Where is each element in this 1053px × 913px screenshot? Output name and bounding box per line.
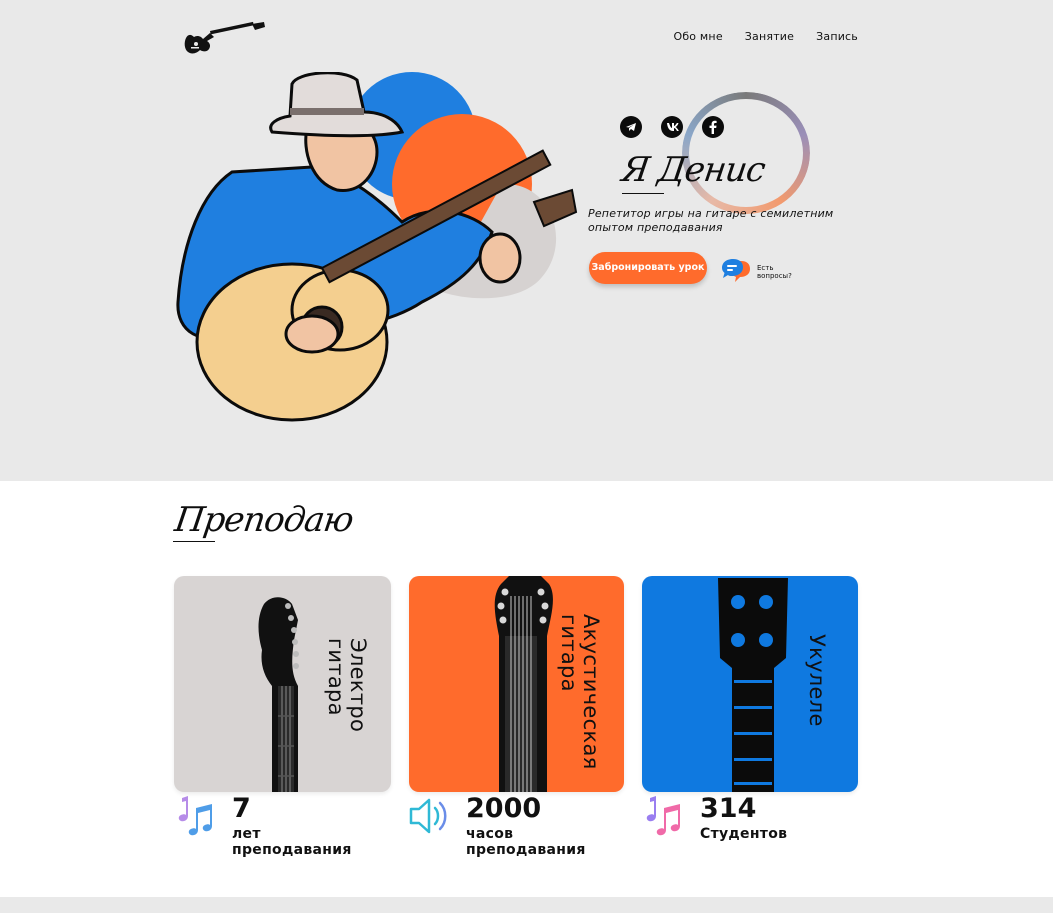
section-title-underline — [173, 541, 215, 542]
guitar-logo-icon[interactable] — [180, 20, 266, 58]
main-nav: Обо мне Занятие Запись — [673, 30, 858, 43]
nav-item-about[interactable]: Обо мне — [673, 30, 722, 43]
stat-label: лет преподавания — [232, 826, 352, 858]
stat-value: 2000 — [466, 793, 542, 824]
card-label: Укулеле — [805, 634, 829, 727]
nav-item-booking[interactable]: Запись — [816, 30, 858, 43]
hero-title: Я Денис — [619, 150, 768, 190]
social-links — [620, 116, 724, 138]
stat-label: часов преподавания — [466, 826, 586, 858]
card-label: Электро гитара — [324, 638, 370, 733]
questions-label: Есть вопросы? — [757, 264, 792, 280]
footer-strip — [0, 897, 1053, 913]
section-title-teach: Преподаю — [172, 500, 356, 540]
chat-bubble-icon — [722, 259, 750, 282]
music-notes-icon — [178, 796, 212, 836]
stat-hours: 2000 часов преподавания — [408, 794, 596, 858]
stat-value: 314 — [700, 793, 757, 824]
card-ukulele[interactable]: Укулеле — [642, 576, 858, 792]
facebook-icon[interactable] — [702, 116, 724, 138]
card-electric-guitar[interactable]: Электро гитара — [174, 576, 391, 792]
stat-years: 7 лет преподавания — [174, 794, 362, 858]
card-label: Акустическая гитара — [557, 614, 603, 770]
speaker-icon — [409, 798, 447, 834]
questions-link[interactable]: Есть вопросы? — [721, 258, 805, 286]
stat-label: Студентов — [700, 826, 788, 842]
card-acoustic-guitar[interactable]: Акустическая гитара — [409, 576, 624, 792]
telegram-icon[interactable] — [620, 116, 642, 138]
stat-value: 7 — [232, 793, 251, 824]
music-notes-icon — [646, 796, 680, 836]
book-lesson-button[interactable]: Забронировать урок — [589, 252, 707, 284]
nav-item-lesson[interactable]: Занятие — [745, 30, 794, 43]
vk-icon[interactable] — [661, 116, 683, 138]
stat-students: 314 Студентов — [642, 794, 830, 842]
hero-subtitle: Репетитор игры на гитаре с семилетним оп… — [588, 207, 834, 234]
cowboy-guitarist-illustration — [176, 72, 578, 422]
hero-title-underline — [622, 193, 664, 194]
